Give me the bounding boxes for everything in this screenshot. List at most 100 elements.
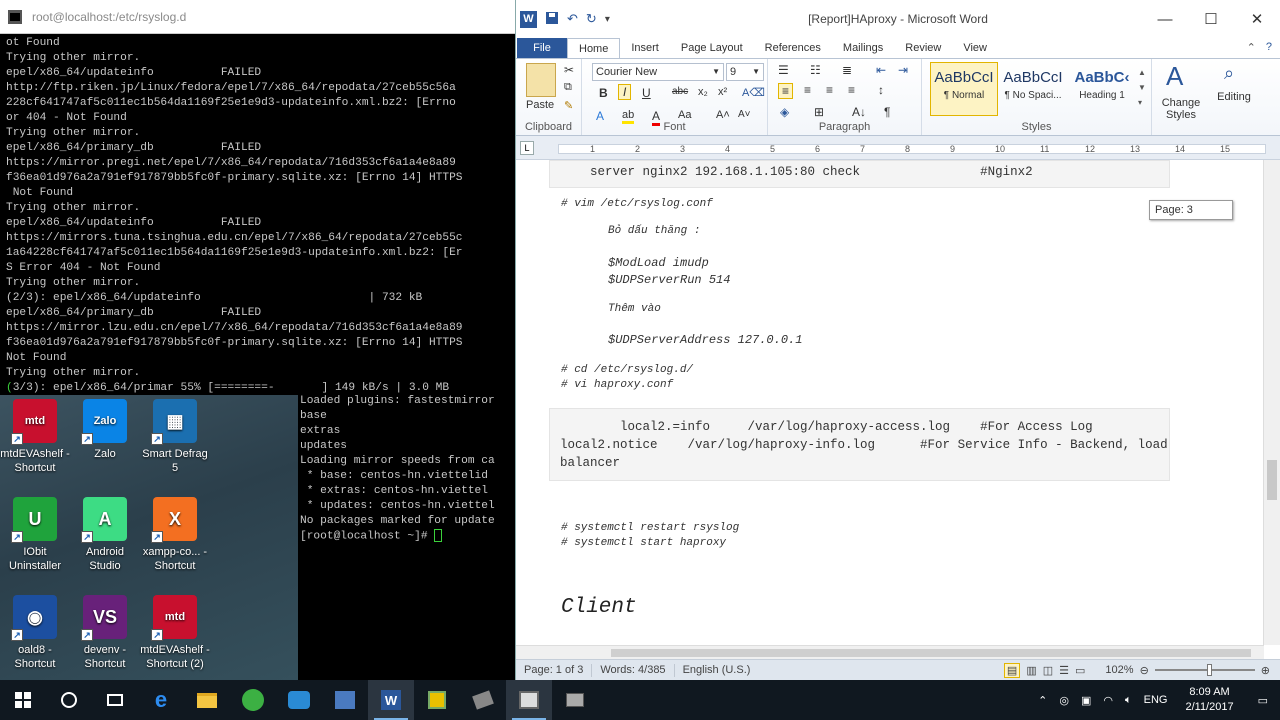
taskbar-edge[interactable]: e [138, 680, 184, 720]
change-styles-icon[interactable]: A [1166, 61, 1183, 92]
taskbar-putty[interactable] [506, 680, 552, 720]
tab-file[interactable]: File [517, 38, 567, 58]
editing-button[interactable]: Editing [1206, 91, 1262, 103]
desktop-shortcut[interactable]: mtd ↗ mtdEVAshelf - Shortcut [0, 399, 70, 475]
desktop-shortcut[interactable]: A ↗ Android Studio [70, 497, 140, 573]
tab-references[interactable]: References [754, 38, 832, 58]
borders-icon[interactable]: ⊞ [814, 105, 824, 119]
underline-button[interactable]: U [642, 86, 651, 100]
tab-home[interactable]: Home [567, 38, 621, 58]
tab-selector-button[interactable]: L [520, 141, 534, 155]
zoom-slider-thumb[interactable] [1206, 664, 1212, 676]
word-window[interactable]: W ↶ ↻ ▾ [Report]HAproxy - Microsoft Word… [515, 0, 1280, 680]
grow-font-icon[interactable]: A˄ [716, 109, 730, 121]
taskbar-app-blue[interactable] [276, 680, 322, 720]
language[interactable]: English (U.S.) [675, 664, 759, 677]
shading-icon[interactable]: ◈ [780, 105, 789, 119]
italic-button[interactable]: I [618, 84, 632, 100]
line-spacing-icon[interactable]: ↕ [878, 83, 884, 97]
clock[interactable]: 8:09 AM 2/11/2017 [1173, 685, 1245, 715]
zoom-in-icon[interactable]: ⊕ [1261, 664, 1270, 677]
shrink-font-icon[interactable]: A˅ [738, 109, 751, 120]
desktop-shortcut[interactable]: ▦ ↗ Smart Defrag 5 [140, 399, 210, 475]
sort-icon[interactable]: A↓ [852, 105, 866, 119]
tab-mailings[interactable]: Mailings [832, 38, 894, 58]
decrease-indent-icon[interactable]: ⇤ [876, 63, 886, 77]
cut-icon[interactable]: ✂ [564, 63, 574, 77]
tray-app-icon[interactable]: ◎ [1053, 694, 1075, 707]
clear-format-icon[interactable]: A⌫ [742, 86, 765, 99]
justify-button[interactable]: ≡ [848, 83, 855, 97]
search-button[interactable] [46, 680, 92, 720]
taskbar-explorer[interactable] [184, 680, 230, 720]
desktop-shortcut[interactable]: X ↗ xampp-co... - Shortcut [140, 497, 210, 573]
paste-button[interactable]: Paste [526, 99, 554, 111]
font-size-select[interactable]: 9 ▼ [726, 63, 764, 81]
change-case-icon[interactable]: Aa [678, 109, 691, 121]
view-full-screen-icon[interactable]: ▥ [1026, 664, 1036, 677]
word-count[interactable]: Words: 4/385 [592, 663, 675, 677]
style-normal[interactable]: AaBbCcI ¶ Normal [930, 62, 998, 116]
align-left-button[interactable]: ≡ [778, 83, 794, 99]
taskbar-app-green[interactable] [230, 680, 276, 720]
terminal-titlebar[interactable]: root@localhost:/etc/rsyslog.d [0, 0, 515, 34]
binoculars-icon[interactable]: ⌕ [1224, 63, 1234, 84]
tab-insert[interactable]: Insert [620, 38, 670, 58]
maximize-button[interactable]: ☐ [1188, 0, 1234, 38]
show-marks-icon[interactable]: ¶ [884, 105, 890, 119]
customize-qat-icon[interactable]: ▾ [605, 14, 610, 25]
redo-icon[interactable]: ↻ [586, 11, 597, 27]
styles-scroll-icon[interactable]: ▲ ▼ ▾ [1138, 65, 1146, 110]
close-button[interactable]: ✕ [1234, 0, 1280, 38]
ruler-bar[interactable] [558, 144, 1266, 154]
paste-icon[interactable] [526, 63, 556, 97]
terminal-prompt-line[interactable]: [root@localhost ~]# [300, 529, 515, 544]
taskbar-app-vm[interactable] [460, 680, 506, 720]
input-language[interactable]: ENG [1138, 694, 1174, 706]
multilevel-list-icon[interactable]: ≣ [842, 63, 852, 77]
desktop-shortcut[interactable]: ◉ ↗ oald8 - Shortcut [0, 595, 70, 671]
change-styles-button[interactable]: Change Styles [1156, 97, 1206, 121]
page-count[interactable]: Page: 1 of 3 [516, 663, 593, 677]
align-right-button[interactable]: ≡ [826, 83, 833, 97]
terminal-window[interactable]: root@localhost:/etc/rsyslog.d ot Found Tr… [0, 0, 515, 395]
format-painter-icon[interactable]: ✎ [564, 99, 573, 112]
scroll-thumb[interactable] [1267, 460, 1277, 500]
tab-view[interactable]: View [952, 38, 998, 58]
bold-button[interactable]: B [599, 86, 608, 100]
desktop-shortcut[interactable]: U ↗ IObit Uninstaller [0, 497, 70, 573]
undo-icon[interactable]: ↶ [567, 11, 578, 27]
task-view-button[interactable] [92, 680, 138, 720]
show-hidden-icons[interactable]: ⌃ [1032, 694, 1053, 707]
view-draft-icon[interactable]: ▭ [1075, 664, 1085, 677]
terminal-output[interactable]: ot Found Trying other mirror. epel/x86_64/… [0, 34, 515, 395]
zoom-out-icon[interactable]: ⊖ [1140, 664, 1149, 677]
minimize-ribbon-icon[interactable]: ⌃ [1247, 41, 1256, 54]
terminal-output-2[interactable]: Loaded plugins: fastestmirror base extras u… [298, 393, 515, 680]
word-logo-icon[interactable]: W [520, 10, 537, 28]
increase-indent-icon[interactable]: ⇥ [898, 63, 908, 77]
help-icon[interactable]: ? [1266, 41, 1272, 54]
strikethrough-button[interactable]: abc [672, 86, 688, 97]
notifications-icon[interactable]: ▭ [1246, 694, 1280, 707]
document-page[interactable]: server nginx2 192.168.1.105:80 check #Ng… [516, 160, 1264, 645]
desktop-shortcut[interactable]: Zalo ↗ Zalo [70, 399, 140, 461]
view-web-icon[interactable]: ◫ [1043, 664, 1053, 677]
style-no-spacing[interactable]: AaBbCcI ¶ No Spaci... [999, 62, 1067, 116]
tray-input-icon[interactable]: ▣ [1075, 694, 1097, 707]
style-heading-1[interactable]: AaBbC‹ Heading 1 [1068, 62, 1136, 116]
align-center-button[interactable]: ≡ [804, 83, 811, 97]
start-button[interactable] [0, 680, 46, 720]
save-icon[interactable] [545, 11, 559, 28]
desktop-shortcut[interactable]: mtd ↗ mtdEVAshelf - Shortcut (2) [140, 595, 210, 671]
tab-review[interactable]: Review [894, 38, 952, 58]
view-outline-icon[interactable]: ☰ [1059, 664, 1069, 677]
vertical-scrollbar[interactable] [1263, 160, 1280, 645]
view-print-layout-icon[interactable]: ▤ [1003, 662, 1021, 678]
minimize-button[interactable]: — [1142, 0, 1188, 38]
desktop-shortcut[interactable]: VS ↗ devenv - Shortcut [70, 595, 140, 671]
font-name-select[interactable]: Courier New ▼ [592, 63, 724, 81]
taskbar-word[interactable]: W [368, 680, 414, 720]
taskbar-app-network[interactable] [322, 680, 368, 720]
wifi-icon[interactable]: ◠ [1097, 694, 1119, 707]
